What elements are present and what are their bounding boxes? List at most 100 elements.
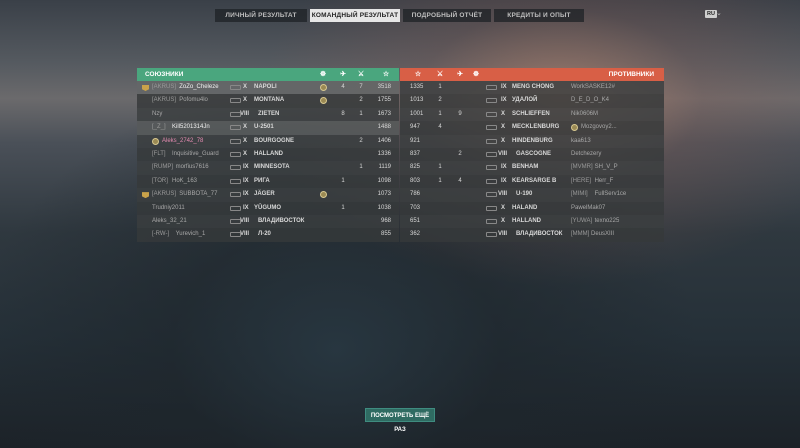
enemy-row[interactable]: 703 X HALAND PawelMak07 [400,201,664,215]
enemy-row[interactable]: 837 2 VIII GASCOGNE Detchezery [400,147,664,162]
score-value: 968 [380,217,391,224]
kills-count: 1 [438,177,442,184]
ship-name: JÄGER [254,191,275,198]
allies-title: СОЮЗНИКИ [145,71,184,78]
ship-tier: X [243,150,248,157]
ship-class-icon [486,205,497,211]
ship-tier: X [243,137,248,144]
player-name: Aleks_2742_78 [162,137,204,144]
score-value: 1336 [377,150,391,157]
score-value: 947 [410,124,421,131]
allies-header: СОЮЗНИКИ ☸ ✈ ⚔ ☆ [137,68,399,81]
enemy-row[interactable]: 803 1 4 IX KEARSARGE B [HERE] Herr_F [400,174,664,189]
ship-class-icon [486,138,497,144]
player-name: Trudniy2011 [152,204,185,211]
ship-tier: X [243,84,248,90]
ally-row[interactable]: [AKRUS] SUBBOTA_77 IX JÄGER 1073 [137,188,399,201]
ship-name: ZIETEN [258,110,280,117]
score-value: 1038 [377,204,391,211]
enemy-row[interactable]: 651 X HALLAND [YUWA] texno225 [400,215,664,228]
tab-2[interactable]: КОМАНДНЫЙ РЕЗУЛЬТАТ [310,9,400,22]
ship-tier: X [501,217,506,224]
player-name: Pofomu4lo [179,97,208,104]
ally-row[interactable]: [AKRUS] Pofomu4lo X MONTANA 2 1755 [137,94,399,108]
ship-class-icon [486,165,497,171]
ally-row[interactable]: Nzy VIII ZIETEN 8 1 1673 [137,108,399,121]
ship-class-icon [230,85,241,90]
score-value: 1013 [410,97,424,104]
result-tabs: ЛИЧНЫЙ РЕЗУЛЬТАТ КОМАНДНЫЙ РЕЗУЛЬТАТ ПОДРО… [215,9,584,22]
score-value: 1673 [377,110,391,117]
enemy-row[interactable]: 921 X HINDENBURG kaa613 [400,135,664,148]
player-name: Inquisitive_Guard [172,150,219,157]
player-name: texno225 [594,217,620,224]
ship-tier: VIII [498,231,508,238]
player-clan: [FLT] [152,150,166,157]
player-name: SUBBOTA_77 [179,191,218,198]
ship-class-icon [486,98,497,104]
enemy-row[interactable]: 1013 2 IX УДАЛОЙ D_E_D_O_K4 [400,94,664,108]
watch-again-button[interactable]: ПОСМОТРЕТЬ ЕЩЁ РАЗ [365,408,435,433]
player-name: HoK_163 [172,177,198,184]
enemy-row[interactable]: 1335 1 IX MENG CHONG WorkSASKE12# [400,81,664,94]
score-value: 703 [410,204,421,211]
score-value: 1406 [377,137,391,144]
tab-4[interactable]: КРЕДИТЫ И ОПЫТ [494,9,584,22]
score-value: 3518 [377,84,391,90]
ship-class-icon [230,125,241,131]
player-clan: [YUWA] [571,217,593,224]
medal-icon: ☸ [472,71,480,78]
planes-count: 9 [458,110,462,117]
allies-list: [AKRUS] ZoZo_Cheleze X NAPOLI 4 7 3518 [AKRUS] P… [137,81,399,242]
ally-row[interactable]: Aleks_32_21 VIII ВЛАДИВОСТОК 968 [137,215,399,228]
ally-row[interactable]: [FLT] Inquisitive_Guard X HALLAND 1336 [137,147,399,162]
enemy-row[interactable]: 362 VIII ВЛАДИВОСТОК [MMM] DeusXIII [400,228,664,242]
ship-class-icon [486,178,497,184]
enemy-row[interactable]: 825 1 IX BENHAM [MVMR] SH_V_P [400,161,664,174]
kills-count: 1 [438,110,442,117]
ship-tier: X [243,97,248,104]
score-value: 803 [410,177,421,184]
enemy-row[interactable]: 786 VIII U-190 [MIMI] FullServ1ce [400,188,664,201]
player-clan: [HERE] [571,177,592,184]
kills-icon: ⚔ [436,71,444,78]
ally-row[interactable]: [TOR] HoK_163 IX РИГА 1 1098 [137,174,399,189]
ally-row[interactable]: [-RW-] Yurevich_1 VIII Л-20 855 [137,228,399,242]
ship-name: YŪGUMO [254,204,281,211]
ship-name: BENHAM [512,164,539,171]
player-clan: [AKRUS] [152,191,177,198]
medal-icon [320,97,327,105]
chevron-down-icon[interactable]: ⌄ [716,9,722,17]
ship-name: HALAND [512,204,538,211]
ship-class-icon [486,151,497,157]
ally-row[interactable]: Trudniy2011 IX YŪGUMO 1 1038 [137,201,399,215]
player-name: Nzy [152,110,163,117]
ship-tier: X [501,137,506,144]
score-value: 1073 [377,191,391,198]
ship-tier: VIII [240,110,250,117]
enemy-row[interactable]: 947 4 X MECKLENBURG Mozgovoy2... [400,121,664,135]
ally-row[interactable]: [AKRUS] ZoZo_Cheleze X NAPOLI 4 7 3518 [137,81,399,95]
ship-tier: VIII [498,191,508,198]
score-value: 1001 [410,110,424,117]
ship-name: U-2501 [254,124,274,131]
ship-class-icon [230,151,241,157]
kills-count: 1 [438,84,442,90]
player-name: D_E_D_O_K4 [571,97,610,104]
tab-3[interactable]: ПОДРОБНЫЙ ОТЧЁТ [403,9,491,22]
ship-class-icon [230,138,241,144]
division-flag-icon [142,192,149,199]
tab-1[interactable]: ЛИЧНЫЙ РЕЗУЛЬТАТ [215,9,307,22]
enemy-row[interactable]: 1001 1 9 X SCHLIEFFEN Nik0606M [400,108,664,121]
rank-icon [571,124,578,132]
ship-class-icon [486,232,497,238]
ship-name: УДАЛОЙ [512,97,538,104]
player-name: WorkSASKE12# [571,84,615,90]
ally-row[interactable]: [_Z_] Kill5201314Jn X U-2501 1488 [137,121,399,135]
ally-row[interactable]: Aleks_2742_78 X BOURGOGNE 2 1406 [137,135,399,148]
score-value: 825 [410,164,421,171]
score-value: 1098 [377,177,391,184]
ship-name: MINNESOTA [254,164,290,171]
kills-count: 2 [438,97,442,104]
ally-row[interactable]: [RUMP] morfius7616 IX MINNESOTA 1 1119 [137,161,399,174]
